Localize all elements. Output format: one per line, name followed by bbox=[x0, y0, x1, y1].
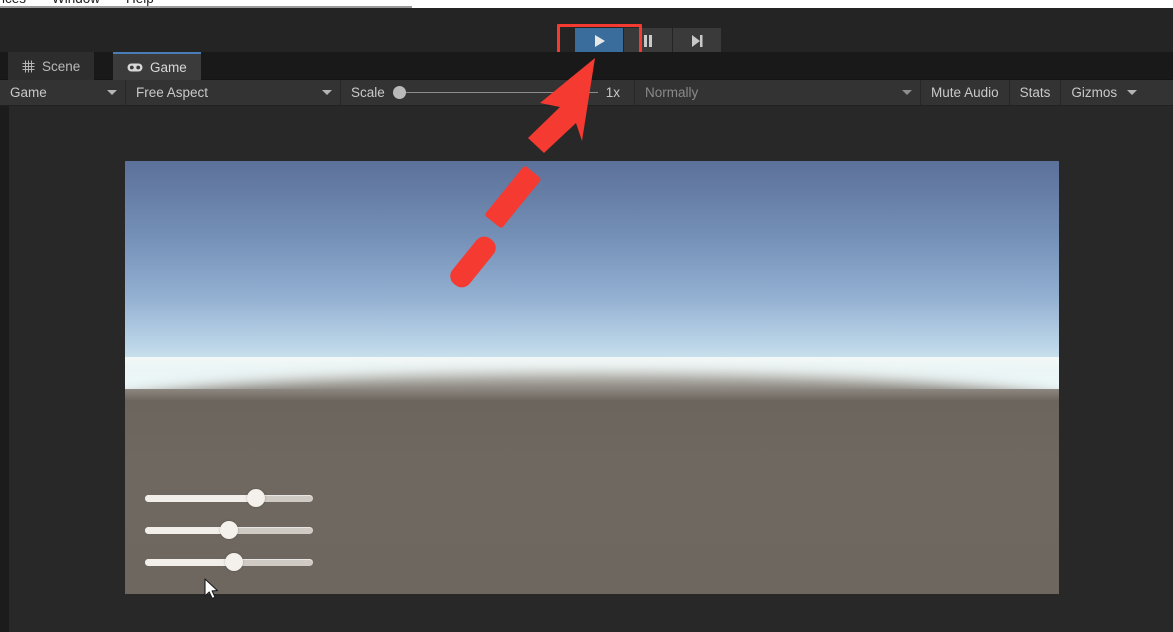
editor-main-toolbar bbox=[0, 8, 1173, 60]
slider-3-fill bbox=[145, 559, 234, 566]
scale-label: Scale bbox=[351, 85, 385, 100]
slider-2-fill bbox=[145, 527, 229, 534]
slider-2[interactable] bbox=[145, 521, 313, 539]
gizmos-label: Gizmos bbox=[1071, 85, 1118, 100]
stats-button[interactable]: Stats bbox=[1009, 80, 1061, 105]
in-game-slider-group bbox=[145, 489, 313, 571]
slider-2-handle[interactable] bbox=[220, 521, 238, 539]
panel-tab-strip: Scene Game bbox=[0, 52, 1173, 125]
game-view-toolbar: Game Free Aspect Scale 1x Normally Mute … bbox=[0, 80, 1173, 106]
pause-button[interactable] bbox=[624, 28, 672, 54]
scale-slider-handle[interactable] bbox=[392, 86, 406, 99]
scale-slider-group: Scale 1x bbox=[341, 80, 634, 105]
tab-game-label: Game bbox=[150, 59, 187, 75]
slider-1-fill bbox=[145, 495, 257, 502]
scale-slider-track bbox=[402, 92, 598, 93]
slider-3[interactable] bbox=[145, 553, 313, 571]
stats-label: Stats bbox=[1019, 85, 1051, 100]
grid-icon bbox=[22, 60, 35, 73]
gizmos-button[interactable]: Gizmos bbox=[1061, 80, 1142, 105]
step-forward-icon bbox=[690, 34, 704, 48]
chevron-down-icon[interactable] bbox=[1127, 90, 1138, 95]
tab-game[interactable]: Game bbox=[113, 52, 201, 80]
playback-speed-value: Normally bbox=[645, 85, 699, 100]
playback-controls bbox=[575, 28, 721, 54]
target-display-dropdown[interactable]: Game bbox=[0, 80, 125, 105]
mute-audio-label: Mute Audio bbox=[931, 85, 999, 100]
chevron-down-icon bbox=[902, 90, 913, 95]
step-button[interactable] bbox=[673, 28, 721, 54]
slider-1-handle[interactable] bbox=[247, 489, 265, 507]
os-menu-bar: ices Window Help bbox=[0, 0, 1173, 8]
scale-slider[interactable] bbox=[392, 80, 598, 106]
chevron-down-icon bbox=[322, 90, 332, 95]
tab-scene-label: Scene bbox=[42, 58, 81, 74]
aspect-ratio-value: Free Aspect bbox=[136, 85, 209, 100]
pause-icon bbox=[642, 34, 654, 48]
scale-value: 1x bbox=[605, 85, 621, 100]
aspect-ratio-dropdown[interactable]: Free Aspect bbox=[126, 80, 340, 105]
mute-audio-button[interactable]: Mute Audio bbox=[921, 80, 1009, 105]
unity-editor-window: ices Window Help bbox=[0, 0, 1173, 632]
play-button[interactable] bbox=[575, 28, 623, 54]
slider-3-handle[interactable] bbox=[225, 553, 243, 571]
gamepad-icon bbox=[127, 62, 143, 73]
playback-speed-dropdown[interactable]: Normally bbox=[635, 80, 921, 105]
play-icon bbox=[593, 34, 606, 48]
panel-left-rail bbox=[0, 106, 9, 632]
target-display-value: Game bbox=[10, 85, 47, 100]
slider-1[interactable] bbox=[145, 489, 313, 507]
chevron-down-icon bbox=[107, 90, 117, 95]
tab-scene[interactable]: Scene bbox=[8, 52, 95, 80]
